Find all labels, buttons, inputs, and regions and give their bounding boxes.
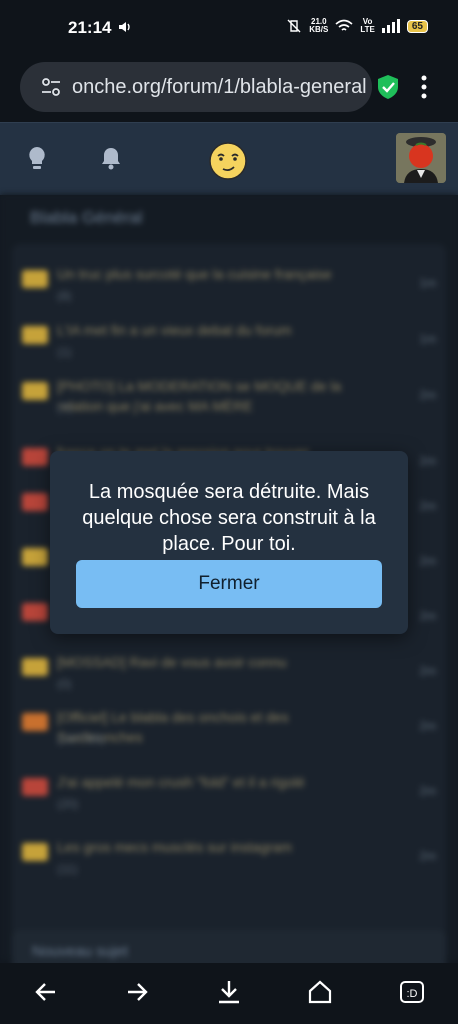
- topic-title: [MOSSAD] Ravi de vous avoir connu: [57, 654, 287, 670]
- download-icon[interactable]: [216, 979, 242, 1005]
- topic-count: (11): [57, 862, 78, 876]
- smirk-emoji-icon[interactable]: [208, 141, 248, 181]
- net-speed: 21.0 KB/S: [309, 18, 328, 34]
- topic-title: Un truc plus surcoté que la cuisine fran…: [57, 266, 332, 282]
- url-field[interactable]: onche.org/forum/1/blabla-general: [20, 62, 372, 112]
- forward-arrow-icon[interactable]: [124, 979, 150, 1005]
- battery-indicator: 65: [406, 19, 428, 33]
- close-button[interactable]: Fermer: [76, 560, 382, 608]
- folder-icon: [22, 843, 48, 861]
- topic-title: J'ai appelé mon crush "fold" et il a rig…: [57, 774, 305, 790]
- topic-count: (0): [57, 677, 72, 691]
- topic-count: (7): [57, 401, 72, 415]
- topic-time: 2m: [419, 849, 436, 863]
- url-text: onche.org/forum/1/blabla-general: [72, 75, 367, 98]
- topic-time: 2m: [419, 784, 436, 798]
- topic-count: (8): [57, 289, 72, 303]
- browser-address-bar: onche.org/forum/1/blabla-general: [0, 56, 458, 122]
- topic-time: 2m: [419, 499, 436, 513]
- new-topic-label: Nouveau sujet: [32, 943, 128, 960]
- site-settings-icon[interactable]: [40, 76, 62, 98]
- status-bar: 21:14 21.0 KB/S Vo LTE 65: [0, 0, 458, 56]
- topic-row[interactable]: Un truc plus surcoté que la cuisine fran…: [12, 256, 446, 306]
- forum-title: Blabla Général: [30, 208, 143, 227]
- overflow-menu-icon[interactable]: [418, 74, 430, 100]
- message-dialog: La mosquée sera détruite. Mais quelque c…: [50, 451, 408, 634]
- tabs-switcher-icon[interactable]: :D: [399, 979, 425, 1005]
- sound-icon: [119, 22, 130, 32]
- mute-vibrate-icon: [287, 19, 301, 33]
- topic-time: 1m: [419, 332, 436, 346]
- folder-icon: [22, 382, 48, 400]
- topic-time: 1m: [419, 276, 436, 290]
- net-speed-unit: KB/S: [309, 25, 329, 34]
- topic-count: (1): [57, 345, 72, 359]
- status-indicators: 21.0 KB/S Vo LTE 65: [286, 18, 428, 34]
- signal-icon: [381, 19, 400, 33]
- folder-icon: [22, 658, 48, 676]
- folder-icon: [22, 493, 48, 511]
- topic-time: 2m: [419, 609, 436, 623]
- folder-icon: [22, 778, 48, 796]
- lightbulb-icon[interactable]: [24, 145, 50, 171]
- avatar-image: [396, 133, 446, 183]
- svg-text::D: :D: [407, 988, 418, 1000]
- topic-title: Les gros mecs musclés sur instagram: [57, 839, 292, 855]
- topic-time: 2m: [419, 719, 436, 733]
- notification-bell-icon[interactable]: [98, 145, 124, 171]
- folder-icon: [22, 603, 48, 621]
- folder-icon: [22, 326, 48, 344]
- topic-row[interactable]: [Officiel] Le blabla des onchois et des …: [12, 699, 446, 749]
- topic-time: 2m: [419, 454, 436, 468]
- volte-bottom: LTE: [360, 25, 375, 34]
- folder-icon: [22, 548, 48, 566]
- topic-time: 2m: [419, 664, 436, 678]
- dialog-message: La mosquée sera détruite. Mais quelque c…: [82, 481, 376, 555]
- folder-icon: [22, 448, 48, 466]
- home-icon[interactable]: [307, 979, 333, 1005]
- topic-row[interactable]: [MOSSAD] Ravi de vous avoir connu 2m (0): [12, 644, 446, 694]
- status-time: 21:14: [68, 18, 112, 37]
- topic-time: 2m: [419, 554, 436, 568]
- topic-row[interactable]: L'IA met fin a un vieux debat du forum 1m…: [12, 312, 446, 362]
- folder-icon: [22, 270, 48, 288]
- topic-row[interactable]: Les gros mecs musclés sur instagram 2m (11…: [12, 829, 446, 879]
- topic-count: (20): [57, 797, 79, 811]
- topic-title: L'IA met fin a un vieux debat du forum: [57, 322, 292, 338]
- volte-indicator: Vo LTE: [360, 18, 375, 34]
- back-arrow-icon[interactable]: [33, 979, 59, 1005]
- topic-count: (197789): [57, 732, 106, 746]
- adblock-shield-icon[interactable]: [376, 74, 400, 100]
- topic-time: 2m: [419, 388, 436, 402]
- topic-row[interactable]: [PHOTO] La MODERATION se MOQUE de la rel…: [12, 368, 446, 418]
- user-avatar[interactable]: [396, 133, 446, 183]
- topic-row[interactable]: J'ai appelé mon crush "fold" et il a rig…: [12, 764, 446, 814]
- wifi-icon: [335, 19, 353, 31]
- browser-bottom-nav: :D: [0, 963, 458, 1024]
- folder-icon: [22, 713, 48, 731]
